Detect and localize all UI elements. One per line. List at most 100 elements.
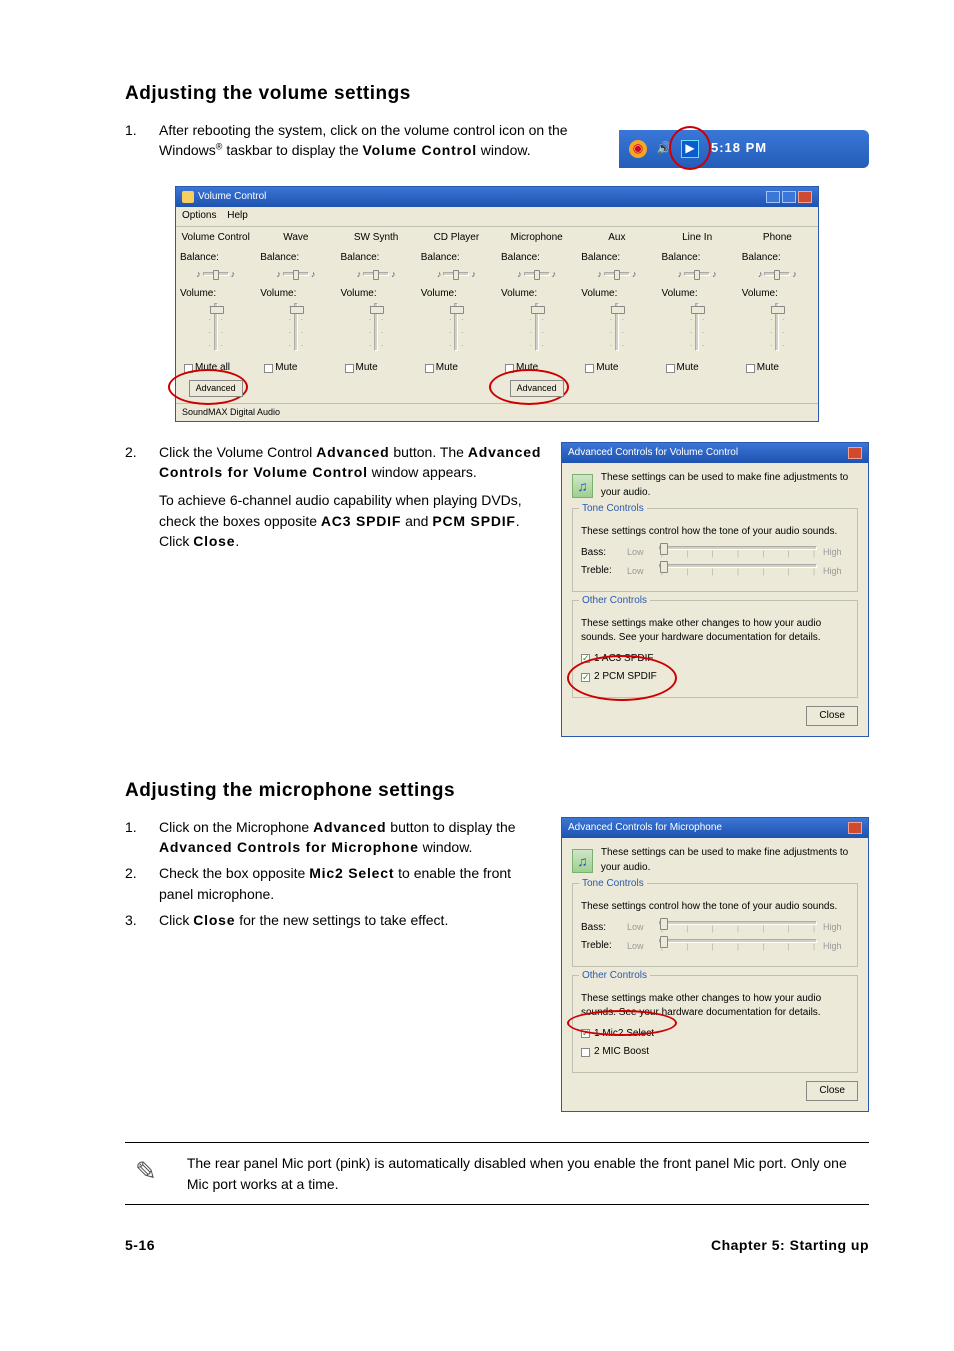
mic-step2-num: 2.	[125, 863, 159, 904]
bold-fragment: Close	[193, 533, 235, 549]
balance-label: Balance:	[742, 251, 813, 266]
balance-slider[interactable]	[443, 272, 469, 276]
volume-label: Volume:	[581, 287, 652, 302]
ac3-spdif-checkbox[interactable]	[581, 654, 590, 663]
text-fragment: .	[235, 533, 239, 549]
mixer-col-linein: Line In Balance: ♪♪ Volume: -------- Mut…	[658, 227, 738, 403]
bass-slider[interactable]	[659, 546, 817, 550]
other-description: These settings make other changes to how…	[581, 617, 849, 646]
mute-checkbox[interactable]	[585, 364, 594, 373]
volume-slider[interactable]	[535, 303, 539, 351]
tray-icon-orange: ◉	[629, 140, 647, 158]
advanced-button-mic[interactable]: Advanced	[510, 380, 564, 397]
high-label: High	[823, 921, 849, 934]
volume-slider[interactable]	[214, 303, 218, 351]
advanced-mic-dialog: Advanced Controls for Microphone ♫ These…	[561, 817, 869, 1113]
close-button[interactable]	[798, 191, 812, 203]
bold-fragment: Close	[193, 912, 235, 928]
balance-slider[interactable]	[764, 272, 790, 276]
text-fragment: button. The	[390, 444, 468, 460]
step2-text: Click the Volume Control Advanced button…	[159, 442, 545, 551]
mixer-col-phone: Phone Balance: ♪♪ Volume: -------- Mute	[738, 227, 818, 403]
advanced-vc-dialog: Advanced Controls for Volume Control ♫ T…	[561, 442, 869, 738]
menubar: Options Help	[176, 207, 818, 227]
treble-slider[interactable]	[659, 939, 817, 943]
mute-label: Mute	[436, 361, 458, 376]
mic-boost-checkbox[interactable]	[581, 1048, 590, 1057]
volume-slider[interactable]	[454, 303, 458, 351]
balance-slider[interactable]	[203, 272, 229, 276]
advanced-button[interactable]: Advanced	[189, 380, 243, 397]
balance-slider[interactable]	[283, 272, 309, 276]
tray-time: 5:18 PM	[711, 139, 767, 158]
pcm-spdif-label: 2 PCM SPDIF	[594, 670, 657, 685]
status-bar: SoundMAX Digital Audio	[176, 403, 818, 421]
mute-label: Mute	[275, 361, 297, 376]
bold-fragment: Advanced	[316, 444, 389, 460]
volume-label: Volume:	[501, 287, 572, 302]
volume-slider[interactable]	[374, 303, 378, 351]
mute-checkbox[interactable]	[345, 364, 354, 373]
mute-label: Mute	[516, 361, 538, 376]
text-fragment: Click on the Microphone	[159, 819, 313, 835]
balance-slider[interactable]	[524, 272, 550, 276]
col-title: SW Synth	[341, 231, 412, 246]
mixer-col-volume-control: Volume Control Balance: ♪♪ Volume: -----…	[176, 227, 256, 403]
volume-slider[interactable]	[615, 303, 619, 351]
mic2-select-checkbox[interactable]	[581, 1029, 590, 1038]
mute-checkbox[interactable]	[666, 364, 675, 373]
close-button[interactable]	[848, 822, 862, 834]
menu-options[interactable]: Options	[182, 210, 216, 221]
tone-description: These settings control how the tone of y…	[581, 525, 849, 540]
balance-label: Balance:	[501, 251, 572, 266]
minimize-button[interactable]	[766, 191, 780, 203]
slider-icon: ♫	[572, 474, 593, 498]
volume-control-window: Volume Control Options Help Volume Contr…	[175, 186, 819, 422]
mixer-body: Volume Control Balance: ♪♪ Volume: -----…	[176, 227, 818, 403]
heading-microphone: Adjusting the microphone settings	[125, 777, 869, 805]
mute-checkbox[interactable]	[425, 364, 434, 373]
volume-slider[interactable]	[695, 303, 699, 351]
mute-checkbox[interactable]	[505, 364, 514, 373]
bass-slider[interactable]	[659, 921, 817, 925]
mixer-col-swsynth: SW Synth Balance: ♪♪ Volume: -------- Mu…	[337, 227, 417, 403]
balance-slider[interactable]	[604, 272, 630, 276]
low-label: Low	[627, 921, 653, 934]
balance-slider[interactable]	[684, 272, 710, 276]
col-title: Aux	[581, 231, 652, 246]
balance-slider[interactable]	[363, 272, 389, 276]
speaker-right-icon: ♪	[231, 268, 236, 281]
close-button[interactable]	[848, 447, 862, 459]
col-title: Microphone	[501, 231, 572, 246]
mute-checkbox[interactable]	[264, 364, 273, 373]
mic-step3-num: 3.	[125, 910, 159, 930]
heading-volume: Adjusting the volume settings	[125, 80, 869, 108]
mute-checkbox[interactable]	[746, 364, 755, 373]
mute-all-checkbox[interactable]	[184, 364, 193, 373]
text-fragment: for the new settings to take effect.	[235, 912, 448, 928]
systray-figure: ◉ 🔊 ▶ 5:18 PM	[619, 120, 869, 178]
col-title: CD Player	[421, 231, 492, 246]
menu-help[interactable]: Help	[227, 210, 248, 221]
high-label: High	[823, 565, 849, 578]
pencil-icon: ✎	[125, 1153, 167, 1191]
pcm-spdif-checkbox[interactable]	[581, 673, 590, 682]
maximize-button[interactable]	[782, 191, 796, 203]
volume-slider[interactable]	[294, 303, 298, 351]
taskbar: ◉ 🔊 ▶ 5:18 PM	[619, 130, 869, 168]
bold-fragment: Mic2 Select	[309, 865, 394, 881]
treble-slider[interactable]	[659, 564, 817, 568]
col-title: Wave	[260, 231, 331, 246]
text-fragment: button to display the	[386, 819, 515, 835]
bold-fragment: Advanced Controls for Microphone	[159, 839, 419, 855]
text-fragment: taskbar to display the	[222, 142, 362, 158]
step1-text: After rebooting the system, click on the…	[159, 120, 591, 161]
mixer-col-microphone: Microphone Balance: ♪♪ Volume: -------- …	[497, 227, 577, 403]
treble-label: Treble:	[581, 564, 621, 579]
window-titlebar: Volume Control	[176, 187, 818, 208]
tone-legend: Tone Controls	[579, 502, 647, 517]
volume-slider[interactable]	[775, 303, 779, 351]
bold-fragment: Volume Control	[363, 142, 477, 158]
close-button[interactable]: Close	[806, 1081, 858, 1102]
close-button[interactable]: Close	[806, 706, 858, 727]
